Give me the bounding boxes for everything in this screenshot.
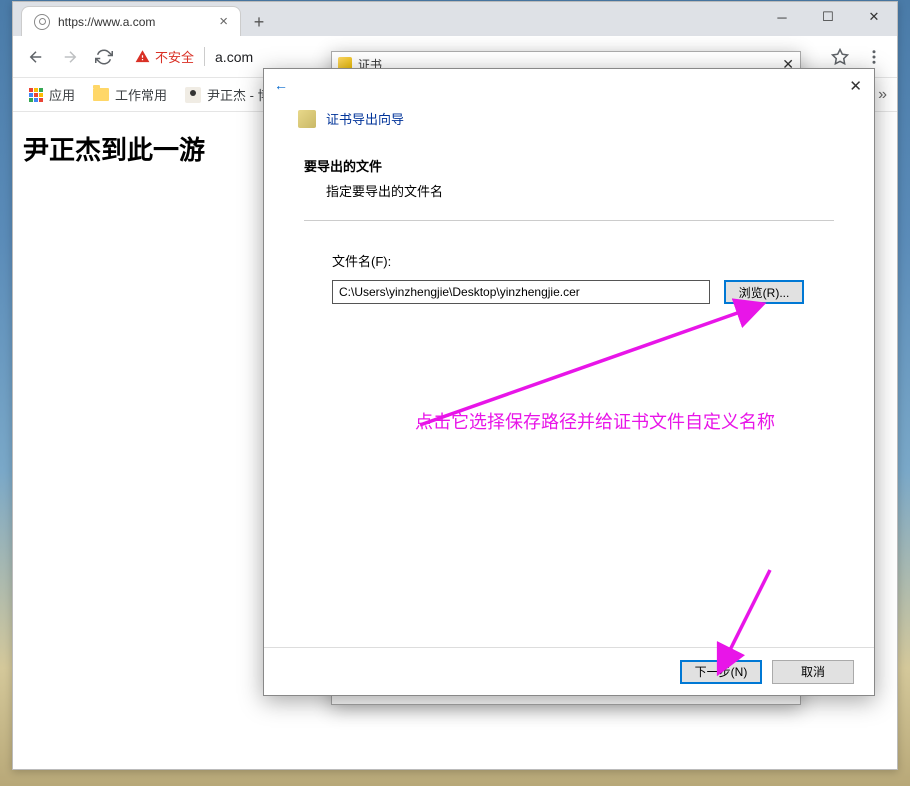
next-button[interactable]: 下一步(N) <box>680 660 762 684</box>
forward-button[interactable] <box>55 42 85 72</box>
security-warning[interactable]: 不安全 <box>135 47 205 66</box>
wizard-close-button[interactable]: ✕ <box>849 77 862 95</box>
wizard-title: 证书导出向导 <box>326 109 404 128</box>
folder-icon <box>93 88 109 101</box>
folder-label: 工作常用 <box>115 85 167 104</box>
bookmark-item[interactable]: 尹正杰 - 博 <box>179 81 277 108</box>
bookmark-star-icon[interactable] <box>825 42 855 72</box>
close-tab-icon[interactable]: × <box>219 13 228 30</box>
apps-label: 应用 <box>49 85 75 104</box>
filename-row: 浏览(R)... <box>304 280 834 304</box>
divider <box>304 220 834 221</box>
url-text: a.com <box>215 49 253 65</box>
back-button[interactable] <box>21 42 51 72</box>
section-title: 要导出的文件 <box>304 156 834 181</box>
browser-menu-icon[interactable] <box>859 42 889 72</box>
wizard-header: 证书导出向导 <box>264 69 874 146</box>
reload-button[interactable] <box>89 42 119 72</box>
browse-button[interactable]: 浏览(R)... <box>724 280 804 304</box>
globe-icon <box>34 14 50 30</box>
apps-button[interactable]: 应用 <box>23 81 81 108</box>
titlebar: https://www.a.com × + ─ ☐ ✕ <box>13 2 897 36</box>
browser-tab[interactable]: https://www.a.com × <box>21 6 241 36</box>
address-field[interactable]: 不安全 a.com <box>135 47 253 66</box>
wizard-body: 要导出的文件 指定要导出的文件名 文件名(F): 浏览(R)... <box>264 146 874 304</box>
maximize-button[interactable]: ☐ <box>805 2 851 32</box>
certificate-wizard-icon <box>298 110 316 128</box>
avatar-icon <box>185 87 201 103</box>
bookmark-folder[interactable]: 工作常用 <box>87 81 173 108</box>
page-heading: 尹正杰到此一游 <box>23 135 205 165</box>
annotation-browse-hint: 点击它选择保存路径并给证书文件自定义名称 <box>415 408 775 434</box>
filename-input[interactable] <box>332 280 710 304</box>
apps-grid-icon <box>29 88 43 102</box>
wizard-back-button[interactable]: ← <box>274 77 288 93</box>
security-text: 不安全 <box>155 47 194 66</box>
minimize-button[interactable]: ─ <box>759 2 805 32</box>
filename-label: 文件名(F): <box>304 251 834 280</box>
wizard-footer: 下一步(N) 取消 <box>264 647 874 695</box>
close-window-button[interactable]: ✕ <box>851 2 897 32</box>
section-subtitle: 指定要导出的文件名 <box>304 181 834 214</box>
warning-icon <box>135 49 150 64</box>
bookmarks-overflow-icon[interactable]: » <box>878 86 887 104</box>
bookmark-label: 尹正杰 - 博 <box>207 85 271 104</box>
tab-title: https://www.a.com <box>58 15 155 29</box>
export-wizard-dialog: ← ✕ 证书导出向导 要导出的文件 指定要导出的文件名 文件名(F): 浏览(R… <box>263 68 875 696</box>
cancel-button[interactable]: 取消 <box>772 660 854 684</box>
new-tab-button[interactable]: + <box>245 8 273 36</box>
